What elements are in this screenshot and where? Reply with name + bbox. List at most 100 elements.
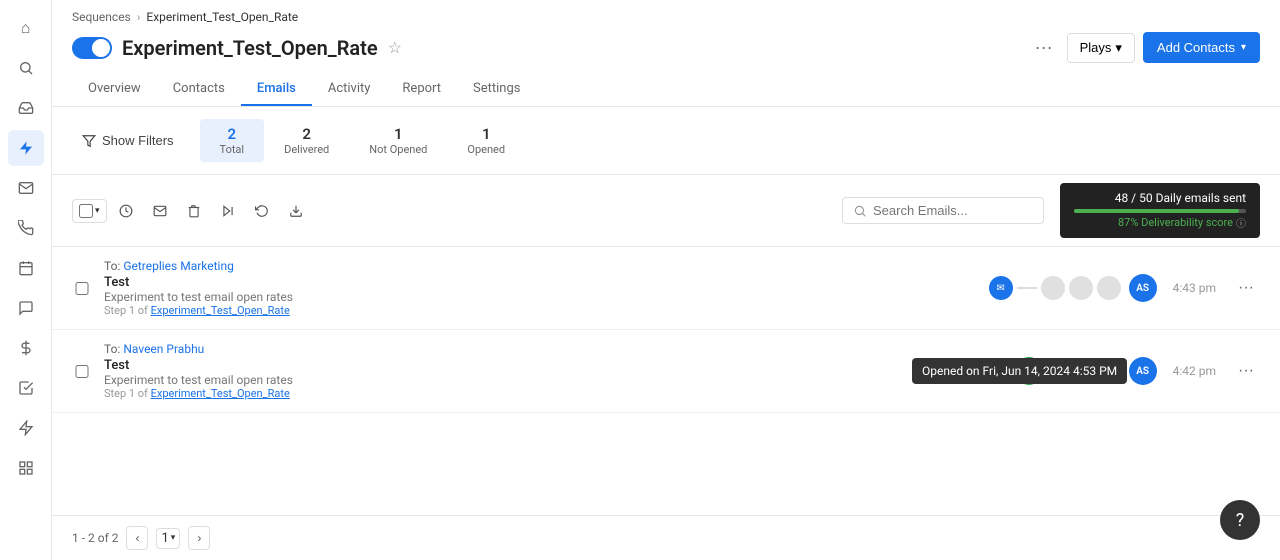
sidebar-item-bolt[interactable] bbox=[8, 410, 44, 446]
refresh-button[interactable] bbox=[247, 198, 277, 224]
stat-delivered-label: Delivered bbox=[284, 143, 329, 156]
nav-tabs: Overview Contacts Emails Activity Report… bbox=[72, 73, 1260, 106]
breadcrumb-current: Experiment_Test_Open_Rate bbox=[146, 10, 298, 24]
email-body-1: Experiment to test email open rates bbox=[104, 290, 989, 304]
email-time-2: 4:42 pm bbox=[1173, 364, 1216, 378]
sidebar-item-mail[interactable] bbox=[8, 170, 44, 206]
avatar-2: AS bbox=[1129, 357, 1157, 385]
daily-quota-fill bbox=[1074, 209, 1239, 213]
search-input[interactable] bbox=[873, 203, 1033, 218]
pagination-next-button[interactable]: › bbox=[188, 526, 210, 550]
sidebar-item-sequences[interactable] bbox=[8, 130, 44, 166]
stat-opened-num: 1 bbox=[467, 125, 505, 143]
stat-delivered-num: 2 bbox=[284, 125, 329, 143]
breadcrumb: Sequences › Experiment_Test_Open_Rate bbox=[72, 10, 1260, 24]
deliverability-score: 87% Deliverability score ⓘ bbox=[1118, 215, 1246, 230]
sidebar-item-tasks[interactable] bbox=[8, 370, 44, 406]
more-options-button[interactable]: ··· bbox=[1029, 33, 1059, 62]
pagination-prev-button[interactable]: ‹ bbox=[126, 526, 148, 550]
open-tooltip: Opened on Fri, Jun 14, 2024 4:53 PM bbox=[912, 358, 1127, 384]
add-contacts-dropdown-icon: ▾ bbox=[1241, 42, 1246, 53]
sidebar: ⌂ bbox=[0, 0, 52, 560]
tab-contacts[interactable]: Contacts bbox=[157, 73, 241, 106]
email-subject-1: Test bbox=[104, 275, 989, 290]
stat-total[interactable]: 2 Total bbox=[200, 119, 265, 162]
email-content-2: To: Naveen Prabhu Test Experiment to tes… bbox=[104, 342, 1017, 400]
breadcrumb-sequences[interactable]: Sequences bbox=[72, 10, 131, 24]
delete-button[interactable] bbox=[179, 198, 209, 224]
sidebar-item-search[interactable] bbox=[8, 50, 44, 86]
stat-opened[interactable]: 1 Opened bbox=[447, 119, 525, 162]
sidebar-item-inbox[interactable] bbox=[8, 90, 44, 126]
current-page: 1 bbox=[161, 531, 168, 546]
stat-not-opened-label: Not Opened bbox=[369, 143, 427, 156]
email-actions-1: ✉ AS 4:43 pm ··· bbox=[989, 274, 1260, 302]
topbar: Sequences › Experiment_Test_Open_Rate Ex… bbox=[52, 0, 1280, 107]
skip-button[interactable] bbox=[213, 198, 243, 224]
stat-not-opened[interactable]: 1 Not Opened bbox=[349, 119, 447, 162]
filter-bar: Show Filters 2 Total 2 Delivered 1 Not O… bbox=[52, 107, 1280, 175]
download-button[interactable] bbox=[281, 198, 311, 224]
plays-button[interactable]: Plays ▾ bbox=[1067, 33, 1135, 63]
email-more-button-2[interactable]: ··· bbox=[1232, 360, 1260, 382]
breadcrumb-separator: › bbox=[137, 10, 141, 24]
sidebar-item-phone[interactable] bbox=[8, 210, 44, 246]
email-to-link-2[interactable]: Naveen Prabhu bbox=[123, 342, 204, 356]
stat-total-label: Total bbox=[220, 143, 245, 156]
email-step-1: Step 1 of Experiment_Test_Open_Rate bbox=[104, 304, 989, 317]
filter-icon bbox=[82, 134, 96, 148]
status-click-1 bbox=[1069, 276, 1093, 300]
help-button[interactable]: ? bbox=[1220, 500, 1260, 540]
toolbar: ▾ 48 / 50 Daily emails sent bbox=[52, 175, 1280, 247]
pagination: 1 - 2 of 2 ‹ 1 ▾ › bbox=[52, 515, 1280, 560]
email-row[interactable]: To: Getreplies Marketing Test Experiment… bbox=[52, 247, 1280, 330]
email-row-2[interactable]: To: Naveen Prabhu Test Experiment to tes… bbox=[52, 330, 1280, 413]
email-content-1: To: Getreplies Marketing Test Experiment… bbox=[104, 259, 989, 317]
sidebar-item-dollar[interactable] bbox=[8, 330, 44, 366]
page-dropdown-icon[interactable]: ▾ bbox=[171, 533, 176, 543]
history-button[interactable] bbox=[111, 198, 141, 224]
stat-delivered[interactable]: 2 Delivered bbox=[264, 119, 349, 162]
email-more-button-1[interactable]: ··· bbox=[1232, 277, 1260, 299]
info-icon[interactable]: ⓘ bbox=[1236, 215, 1246, 230]
email-step-2: Step 1 of Experiment_Test_Open_Rate bbox=[104, 387, 1017, 400]
email-to-link-1[interactable]: Getreplies Marketing bbox=[123, 259, 234, 273]
checkbox-dropdown-icon[interactable]: ▾ bbox=[95, 206, 100, 216]
title-row: Experiment_Test_Open_Rate ☆ ··· Plays ▾ … bbox=[72, 32, 1260, 63]
tab-activity[interactable]: Activity bbox=[312, 73, 387, 106]
page-select[interactable]: 1 ▾ bbox=[156, 528, 180, 549]
filter-stats: 2 Total 2 Delivered 1 Not Opened 1 Opene… bbox=[200, 119, 526, 162]
sidebar-item-chat[interactable] bbox=[8, 290, 44, 326]
main-content: Sequences › Experiment_Test_Open_Rate Ex… bbox=[52, 0, 1280, 560]
show-filters-button[interactable]: Show Filters bbox=[72, 127, 184, 154]
plays-label: Plays bbox=[1080, 40, 1112, 55]
select-all-checkbox[interactable]: ▾ bbox=[72, 199, 107, 223]
stat-total-num: 2 bbox=[220, 125, 245, 143]
tab-report[interactable]: Report bbox=[386, 73, 457, 106]
checkbox-input[interactable] bbox=[79, 204, 93, 218]
pagination-info: 1 - 2 of 2 bbox=[72, 531, 118, 545]
email-status-icons-1: ✉ bbox=[989, 276, 1121, 300]
email-step-link-1[interactable]: Experiment_Test_Open_Rate bbox=[151, 304, 290, 317]
status-reply-1 bbox=[1097, 276, 1121, 300]
help-icon: ? bbox=[1236, 510, 1245, 531]
sequence-toggle[interactable] bbox=[72, 37, 112, 59]
sidebar-item-grid[interactable] bbox=[8, 450, 44, 486]
favorite-icon[interactable]: ☆ bbox=[388, 38, 402, 57]
add-contacts-button[interactable]: Add Contacts ▾ bbox=[1143, 32, 1260, 63]
email-row-checkbox-2[interactable] bbox=[72, 365, 92, 378]
tab-overview[interactable]: Overview bbox=[72, 73, 157, 106]
tab-emails[interactable]: Emails bbox=[241, 73, 312, 106]
email-actions-2: Opened on Fri, Jun 14, 2024 4:53 PM ✉ AS… bbox=[1017, 357, 1260, 385]
sidebar-item-home[interactable]: ⌂ bbox=[8, 10, 44, 46]
search-icon bbox=[853, 204, 867, 218]
sidebar-item-calendar[interactable] bbox=[8, 250, 44, 286]
email-button[interactable] bbox=[145, 198, 175, 224]
connector-1 bbox=[1017, 287, 1037, 289]
email-subject-2: Test bbox=[104, 358, 1017, 373]
email-step-link-2[interactable]: Experiment_Test_Open_Rate bbox=[151, 387, 290, 400]
tab-settings[interactable]: Settings bbox=[457, 73, 536, 106]
email-to-1: To: Getreplies Marketing bbox=[104, 259, 989, 273]
email-row-checkbox-1[interactable] bbox=[72, 282, 92, 295]
show-filters-label: Show Filters bbox=[102, 133, 174, 148]
